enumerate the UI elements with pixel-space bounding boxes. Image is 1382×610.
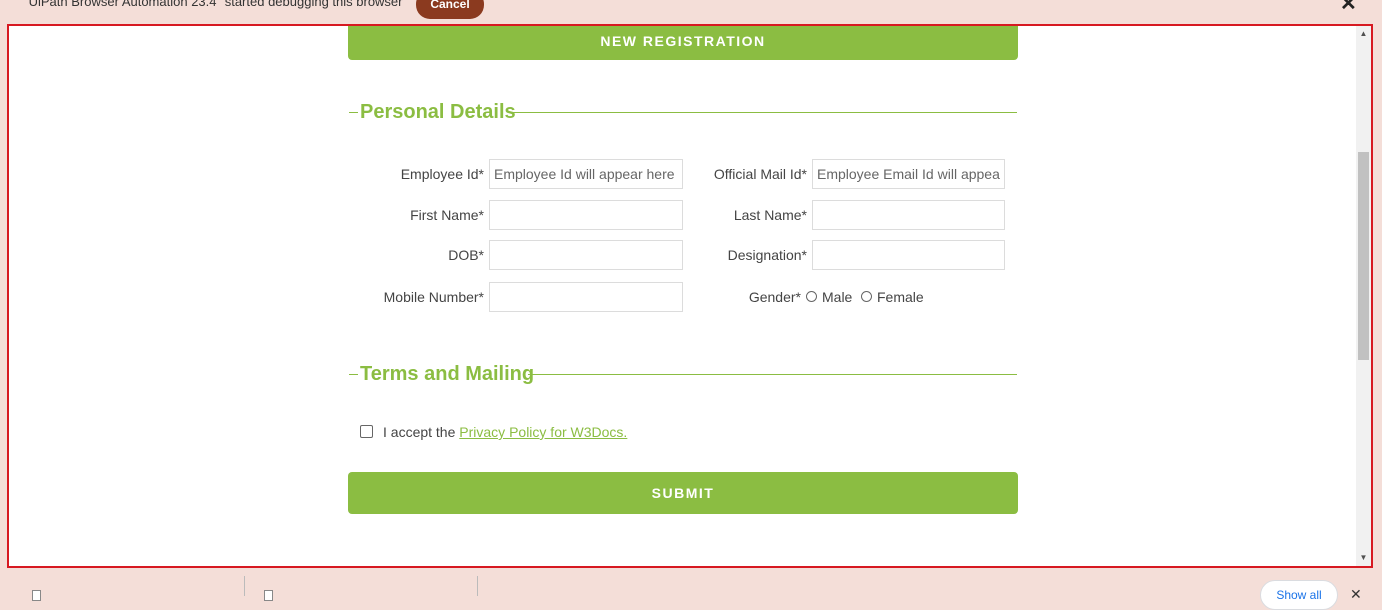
official-mail-label: Official Mail Id*: [713, 166, 807, 182]
file-icon: [32, 590, 41, 601]
vertical-scrollbar[interactable]: ▲ ▼: [1356, 26, 1371, 566]
dob-input[interactable]: [489, 240, 683, 270]
gender-male-radio[interactable]: [806, 291, 817, 302]
cancel-debugging-button[interactable]: Cancel: [416, 0, 484, 19]
last-name-input[interactable]: [812, 200, 1005, 230]
accept-policy-text: I accept the Privacy Policy for W3Docs.: [383, 424, 627, 440]
page-viewport: NEW REGISTRATION Personal Details Employ…: [7, 24, 1373, 568]
terms-mailing-title: Terms and Mailing: [360, 363, 535, 385]
official-mail-input[interactable]: [812, 159, 1005, 189]
new-registration-button[interactable]: NEW REGISTRATION: [348, 26, 1018, 60]
employee-id-label: Employee Id*: [400, 166, 484, 182]
debugging-infobar: "UiPath Browser Automation 23.4" started…: [0, 0, 1382, 24]
employee-id-input[interactable]: [489, 159, 683, 189]
gender-female-radio[interactable]: [861, 291, 872, 302]
divider: [349, 112, 358, 113]
accept-policy-label: I accept the: [383, 424, 460, 440]
first-name-input[interactable]: [489, 200, 683, 230]
dob-label: DOB*: [448, 247, 484, 263]
gender-male-label[interactable]: Male: [822, 289, 852, 305]
file-icon: [264, 590, 273, 601]
gender-label: Gender*: [748, 289, 801, 305]
designation-input[interactable]: [812, 240, 1005, 270]
personal-details-title: Personal Details: [360, 101, 516, 123]
first-name-label: First Name*: [410, 207, 484, 223]
scroll-up-arrow-icon[interactable]: ▲: [1356, 30, 1371, 38]
accept-policy-checkbox[interactable]: [360, 425, 373, 438]
designation-label: Designation*: [727, 247, 807, 263]
close-icon[interactable]: ✕: [1340, 0, 1357, 14]
gender-female-label[interactable]: Female: [877, 289, 924, 305]
terms-mailing-header: Terms and Mailing: [349, 360, 1019, 390]
last-name-label: Last Name*: [733, 207, 807, 223]
divider: [349, 374, 358, 375]
download-shelf: Show all ✕: [0, 570, 1382, 610]
debugging-message: "UiPath Browser Automation 23.4" started…: [24, 0, 403, 9]
divider: [528, 374, 1017, 375]
submit-button[interactable]: SUBMIT: [348, 472, 1018, 514]
divider: [511, 112, 1017, 113]
personal-details-header: Personal Details: [349, 98, 1019, 128]
divider: [244, 576, 245, 596]
divider: [477, 576, 478, 596]
privacy-policy-link[interactable]: Privacy Policy for W3Docs.: [459, 424, 627, 440]
mobile-number-input[interactable]: [489, 282, 683, 312]
mobile-number-label: Mobile Number*: [383, 289, 484, 305]
scrollbar-thumb[interactable]: [1358, 152, 1369, 360]
scroll-down-arrow-icon[interactable]: ▼: [1356, 554, 1371, 562]
show-all-downloads-button[interactable]: Show all: [1260, 580, 1338, 610]
